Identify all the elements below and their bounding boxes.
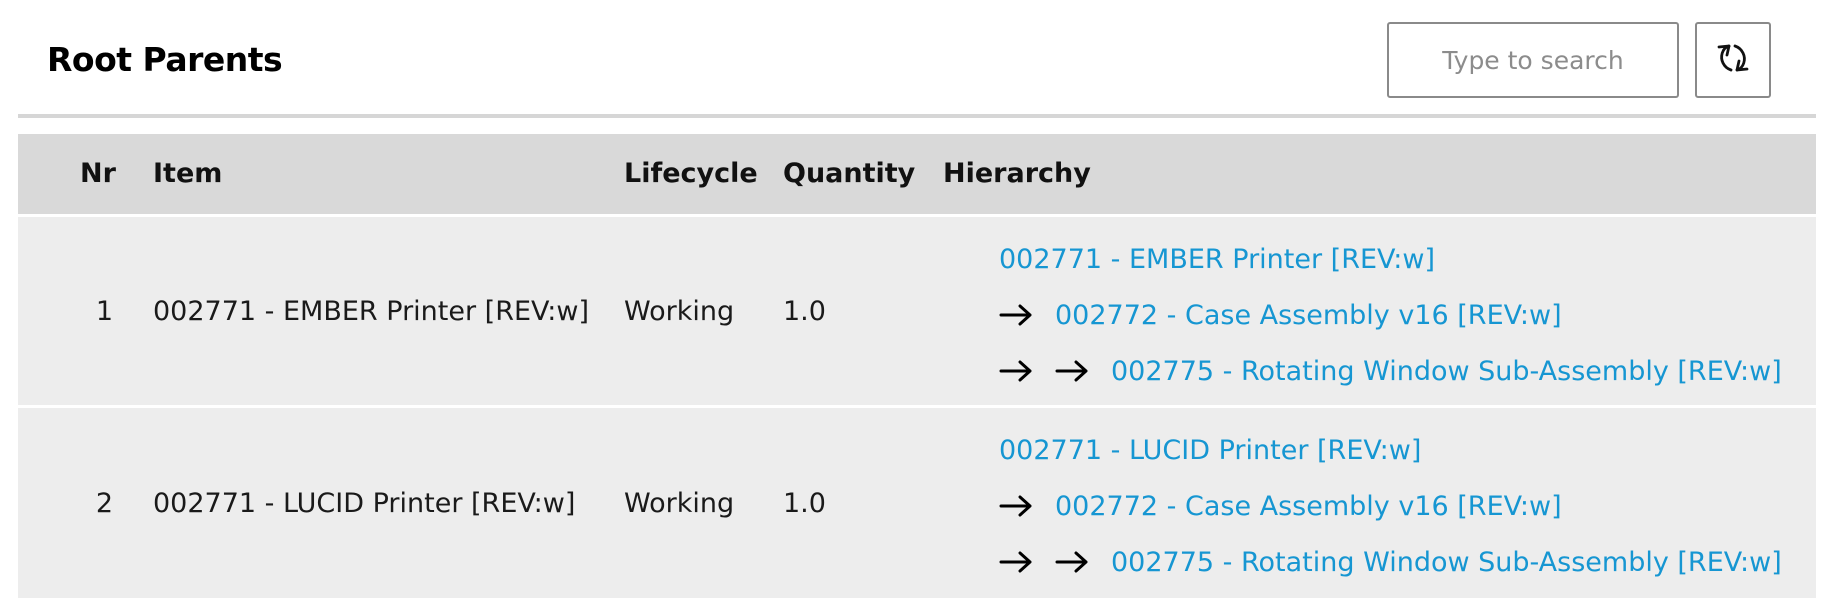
lifecycle-cell: Working [624,487,735,519]
arrow-right-icon [999,343,1055,399]
hierarchy-link-level-1[interactable]: 002772 - Case Assembly v16 [REV:w] [1055,491,1562,522]
hierarchy-link-level-2[interactable]: 002775 - Rotating Window Sub-Assembly [R… [1111,356,1782,387]
hierarchy-cell: 002771 - LUCID Printer [REV:w] 002772 - … [983,422,1782,590]
item-cell: 002771 - EMBER Printer [REV:w] [153,295,589,327]
hierarchy-link-level-1[interactable]: 002772 - Case Assembly v16 [REV:w] [1055,300,1562,331]
arrow-right-icon [999,478,1055,534]
hierarchy-link-level-0[interactable]: 002771 - LUCID Printer [REV:w] [999,435,1421,466]
hierarchy-cell: 002771 - EMBER Printer [REV:w] 002772 - … [983,231,1782,399]
hierarchy-link-level-2[interactable]: 002775 - Rotating Window Sub-Assembly [R… [1111,547,1782,578]
quantity-cell: 1.0 [783,295,826,327]
column-header-hierarchy[interactable]: Hierarchy [943,134,1091,214]
row-number: 1 [95,295,113,327]
refresh-icon [1714,39,1752,81]
root-parents-table: Nr Item Lifecycle Quantity Hierarchy 1 0… [18,134,1816,598]
table-row[interactable]: 1 002771 - EMBER Printer [REV:w] Working… [18,217,1816,405]
page-title: Root Parents [47,40,283,79]
arrow-right-icon [1055,534,1111,590]
column-header-lifecycle[interactable]: Lifecycle [624,134,758,214]
arrow-right-icon [999,534,1055,590]
arrow-right-icon [1055,343,1111,399]
column-header-item[interactable]: Item [153,134,222,214]
column-header-nr[interactable]: Nr [80,134,116,214]
quantity-cell: 1.0 [783,487,826,519]
column-header-quantity[interactable]: Quantity [783,134,915,214]
table-header: Nr Item Lifecycle Quantity Hierarchy [18,134,1816,214]
arrow-right-icon [999,287,1055,343]
search-input[interactable] [1387,22,1679,98]
hierarchy-link-level-0[interactable]: 002771 - EMBER Printer [REV:w] [999,244,1435,275]
refresh-button[interactable] [1695,22,1771,98]
item-cell: 002771 - LUCID Printer [REV:w] [153,487,576,519]
row-number: 2 [95,487,113,519]
table-row[interactable]: 2 002771 - LUCID Printer [REV:w] Working… [18,408,1816,598]
lifecycle-cell: Working [624,295,735,327]
